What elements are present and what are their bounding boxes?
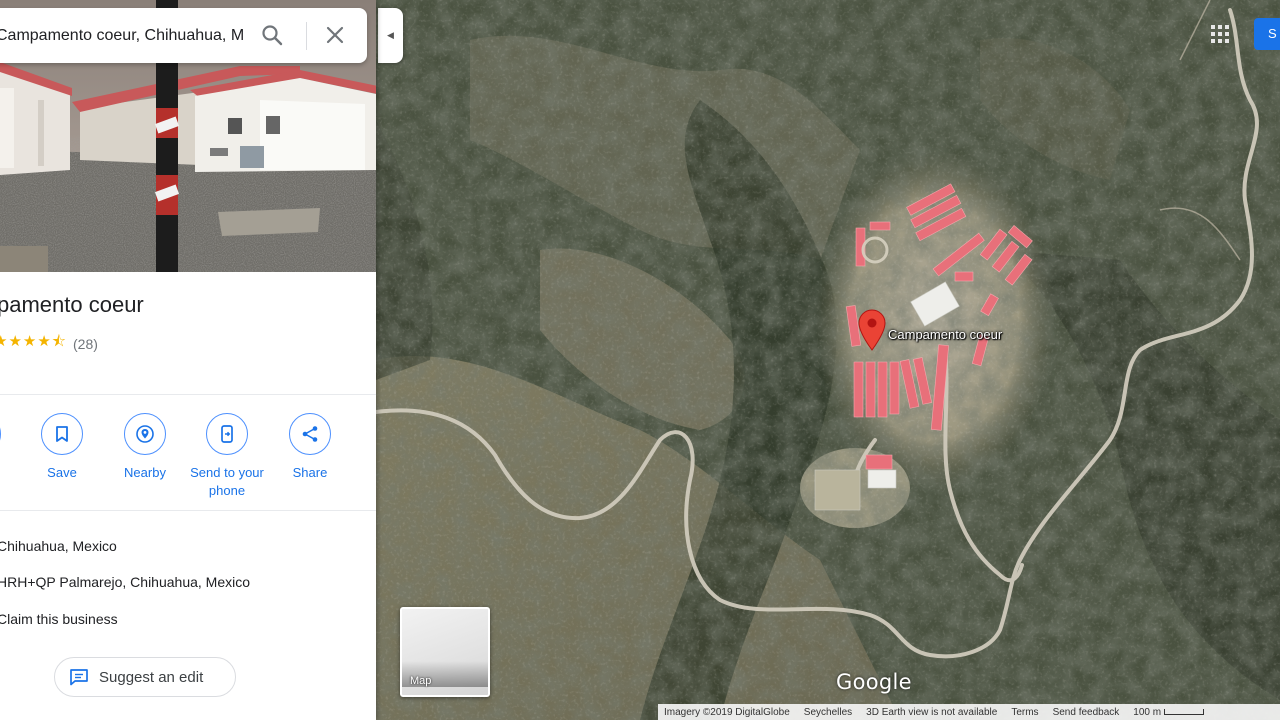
claim-business-link[interactable]: Claim this business — [0, 611, 118, 627]
directions-button[interactable]: ns — [0, 413, 22, 482]
caret-left-icon: ◀ — [387, 30, 394, 40]
review-count[interactable]: (28) — [73, 336, 98, 352]
layer-toggle-button[interactable]: Map — [400, 607, 490, 697]
map-pin-icon[interactable] — [858, 309, 886, 351]
divider — [0, 394, 376, 395]
address-row[interactable]: Chihuahua, Mexico — [0, 538, 117, 554]
suggest-edit-button[interactable]: Suggest an edit — [54, 657, 236, 697]
save-button[interactable]: Save — [20, 413, 104, 482]
map-place-label[interactable]: Campamento coeur — [888, 327, 1002, 342]
scale-bar — [1164, 708, 1205, 715]
scale-label: 100 m — [1133, 706, 1162, 718]
send-to-phone-icon — [206, 413, 248, 455]
country-label: Seychelles — [803, 706, 853, 718]
directions-label: ns — [0, 464, 22, 482]
plus-code-row[interactable]: HRH+QP Palmarejo, Chihuahua, Mexico — [0, 574, 250, 590]
search-box — [0, 8, 367, 63]
apps-grid-icon[interactable] — [1210, 24, 1230, 44]
search-icon[interactable] — [260, 23, 284, 47]
scale-indicator[interactable]: 100 m — [1133, 706, 1205, 718]
divider — [0, 510, 376, 511]
share-button[interactable]: Share — [268, 413, 352, 482]
close-icon[interactable] — [324, 24, 346, 46]
sign-in-button[interactable]: S — [1254, 18, 1280, 50]
nearby-label: Nearby — [124, 465, 166, 480]
suggest-edit-label: Suggest an edit — [99, 668, 204, 686]
collapse-panel-button[interactable]: ◀ — [378, 8, 403, 63]
send-to-phone-button[interactable]: Send to your phone — [185, 413, 269, 500]
search-input[interactable] — [0, 26, 264, 45]
place-panel: pamento coeur ★★★★⯪ (28) ns Save Nearby — [0, 0, 376, 720]
share-icon — [289, 413, 331, 455]
bookmark-icon — [41, 413, 83, 455]
nearby-button[interactable]: Nearby — [103, 413, 187, 482]
save-label: Save — [47, 465, 77, 480]
send-feedback-link[interactable]: Send feedback — [1053, 707, 1120, 718]
map-footer: Imagery ©2019 DigitalGlobe Seychelles 3D… — [658, 704, 1280, 720]
send-to-phone-label: Send to your phone — [190, 465, 264, 498]
nearby-icon — [124, 413, 166, 455]
directions-icon — [0, 413, 1, 455]
rating-stars: ★★★★⯪ — [0, 333, 67, 350]
layer-toggle-label: Map — [410, 675, 432, 687]
rating-row[interactable]: ★★★★⯪ (28) — [0, 331, 98, 356]
terms-link[interactable]: Terms — [1011, 707, 1038, 718]
search-divider — [306, 22, 307, 50]
google-logo: Google — [836, 670, 912, 694]
action-bar: ns Save Nearby Send to your phone Share — [0, 413, 376, 503]
imagery-credit: Imagery ©2019 DigitalGlobe — [664, 706, 790, 718]
share-label: Share — [292, 465, 328, 480]
feedback-icon — [70, 669, 88, 686]
earth-view-notice: 3D Earth view is not available — [866, 706, 998, 718]
place-title: pamento coeur — [0, 292, 144, 317]
